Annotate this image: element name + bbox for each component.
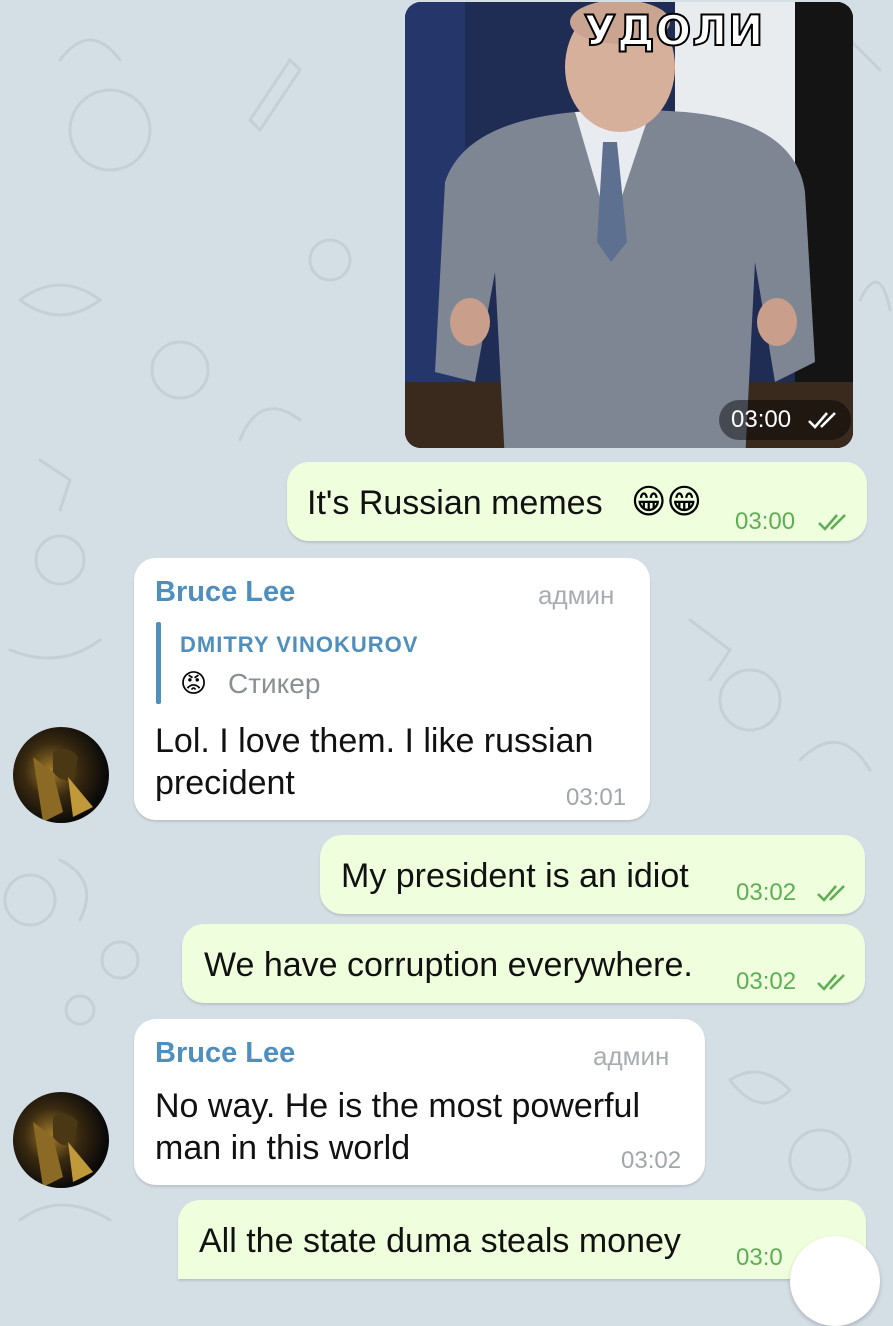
message-time: 03:01 — [566, 784, 627, 811]
sender-name[interactable]: Bruce Lee — [155, 1037, 295, 1070]
incoming-message[interactable]: Bruce Lee админ No way. He is the most p… — [134, 1019, 705, 1185]
double-check-icon — [818, 514, 846, 531]
avatar[interactable] — [13, 1092, 109, 1188]
message-time: 03:00 — [735, 508, 796, 535]
reply-text: Стикер — [228, 668, 321, 699]
outgoing-message[interactable]: My president is an idiot 03:02 — [320, 835, 865, 914]
message-time: 03:00 — [731, 406, 792, 433]
message-time: 03:0 — [736, 1244, 783, 1271]
message-text: Lol. I love them. I like russian precide… — [155, 722, 594, 802]
outgoing-message[interactable]: It's Russian memes 😁😁 03:00 — [287, 462, 867, 541]
message-text: My president is an idiot — [341, 857, 689, 895]
emoji: 😁😁 — [631, 483, 702, 521]
message-time: 03:02 — [736, 968, 797, 995]
reply-preview[interactable]: DMITRY VINOKUROV 😡 Стикер — [156, 622, 616, 704]
message-text: No way. He is the most powerful man in t… — [155, 1087, 640, 1167]
message-time: 03:02 — [621, 1147, 682, 1174]
message-time: 03:02 — [736, 879, 797, 906]
double-check-icon — [817, 885, 845, 902]
scroll-down-button[interactable] — [790, 1236, 880, 1326]
message-text: It's Russian memes — [307, 484, 603, 522]
reply-author: DMITRY VINOKUROV — [180, 632, 419, 657]
outgoing-message[interactable]: We have corruption everywhere. 03:02 — [182, 924, 865, 1003]
incoming-message[interactable]: Bruce Lee админ DMITRY VINOKUROV 😡 Стике… — [134, 558, 650, 820]
angry-emoji: 😡 — [180, 668, 208, 698]
double-check-icon — [817, 974, 845, 991]
image-caption: УДОЛИ — [583, 5, 765, 56]
sender-name[interactable]: Bruce Lee — [155, 576, 295, 609]
message-text: All the state duma steals money — [199, 1222, 681, 1260]
reply-bar — [156, 622, 161, 704]
avatar-image — [33, 1113, 93, 1187]
meme-image — [405, 2, 853, 448]
outgoing-message[interactable]: All the state duma steals money 03:0 — [178, 1200, 866, 1279]
admin-badge: админ — [538, 580, 615, 610]
double-check-icon — [808, 412, 836, 429]
avatar-image — [33, 748, 93, 822]
avatar[interactable] — [13, 727, 109, 823]
image-message[interactable]: УДОЛИ 03:00 — [405, 2, 853, 448]
image-time-badge: 03:00 — [719, 400, 851, 440]
admin-badge: админ — [593, 1041, 670, 1071]
message-text: We have corruption everywhere. — [204, 946, 693, 984]
